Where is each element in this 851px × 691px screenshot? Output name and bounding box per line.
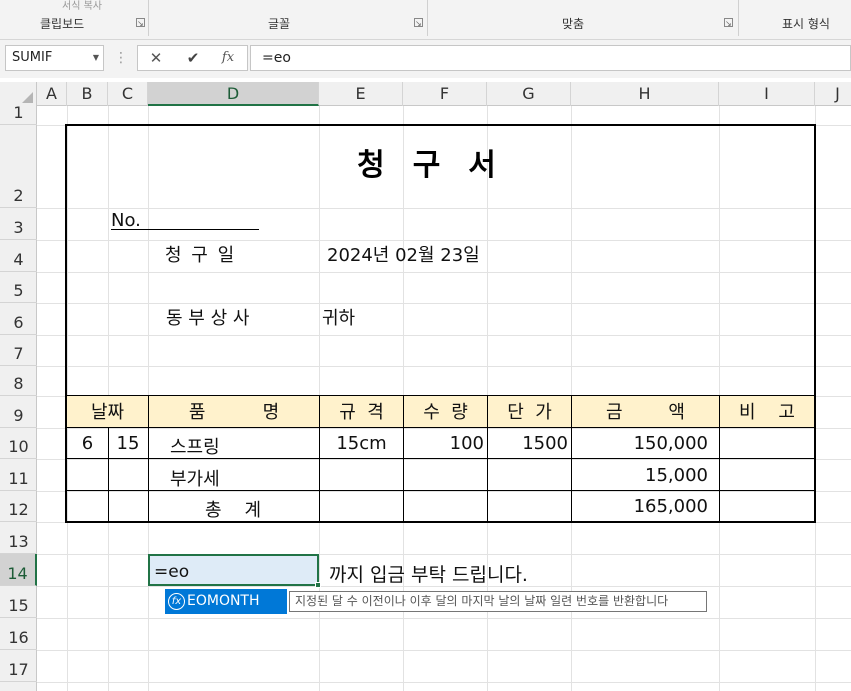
select-all-triangle-icon <box>22 92 33 103</box>
item-name: 스프링 <box>170 437 220 458</box>
group-divider <box>148 0 149 36</box>
group-number: 표시 형식 <box>782 17 830 31</box>
claim-date-value: 2024년 02월 23일 <box>327 245 480 266</box>
total-label: 총 계 <box>205 500 262 521</box>
row-header[interactable]: 13 <box>0 522 37 554</box>
formula-buttons: ✕ ✔ fx <box>137 45 248 71</box>
row-header[interactable]: 16 <box>0 618 37 650</box>
name-box-dropdown-icon[interactable]: ▼ <box>89 45 103 71</box>
honorific: 귀하 <box>322 308 356 329</box>
item-qty: 100 <box>449 433 484 454</box>
customer-name: 동 부 상 사 <box>166 308 250 329</box>
row-header[interactable]: 3 <box>0 208 37 240</box>
formula-input[interactable]: =eo <box>250 45 851 71</box>
row-header[interactable]: 6 <box>0 303 37 335</box>
payment-note: 까지 입금 부탁 드립니다. <box>329 564 528 586</box>
header-amount: 금 액 <box>606 402 685 423</box>
vat-amount: 15,000 <box>645 465 708 486</box>
column-header-i[interactable]: I <box>719 82 815 106</box>
fill-handle[interactable] <box>315 582 321 588</box>
header-item: 품 명 <box>188 402 280 423</box>
row-header[interactable]: 7 <box>0 335 37 366</box>
row-header[interactable]: 17 <box>0 650 37 682</box>
row-header[interactable]: 5 <box>0 272 37 303</box>
function-icon: fx <box>168 593 185 610</box>
group-divider <box>738 0 739 36</box>
invoice-title: 청구서 <box>357 148 524 183</box>
total-amount: 165,000 <box>633 496 708 517</box>
claim-date-label: 청 구 일 <box>165 245 237 266</box>
cancel-icon[interactable]: ✕ <box>142 46 170 70</box>
row-header[interactable]: 12 <box>0 491 37 522</box>
row-header[interactable]: 11 <box>0 459 37 491</box>
alignment-launcher-icon[interactable]: ↘ <box>724 18 733 28</box>
row-header[interactable]: 2 <box>0 125 37 208</box>
column-header-c[interactable]: C <box>108 82 148 106</box>
column-header-f[interactable]: F <box>403 82 487 106</box>
function-tooltip: 지정된 달 수 이전이나 이후 달의 마지막 날의 날짜 일련 번호를 반환합니… <box>289 591 707 612</box>
header-date: 날짜 <box>90 402 125 423</box>
column-header-j[interactable]: J <box>815 82 851 106</box>
formula-bar-grip-icon[interactable]: ⋮ <box>114 46 128 70</box>
column-header-h[interactable]: H <box>571 82 719 106</box>
group-font: 글꼴 <box>268 17 291 31</box>
active-cell-text[interactable]: =eo <box>154 562 189 582</box>
group-divider <box>427 0 428 36</box>
active-cell[interactable]: =eo <box>148 554 319 586</box>
column-header-g[interactable]: G <box>487 82 571 106</box>
column-header-d[interactable]: D <box>148 82 319 106</box>
column-header-a[interactable]: A <box>37 82 67 106</box>
column-header-b[interactable]: B <box>67 82 108 106</box>
item-amount: 150,000 <box>633 433 708 454</box>
group-alignment: 맞춤 <box>562 17 585 31</box>
insert-function-icon[interactable]: fx <box>214 46 242 70</box>
header-spec: 규 격 <box>339 402 384 423</box>
row-header[interactable]: 8 <box>0 366 37 396</box>
vat-label: 부가세 <box>170 469 220 490</box>
row-headers: 1 2 3 4 5 6 7 8 9 10 11 12 13 14 15 16 1… <box>0 103 37 691</box>
row-header[interactable]: 1 <box>0 103 37 125</box>
column-header-e[interactable]: E <box>319 82 403 106</box>
header-note: 비 고 <box>738 402 795 423</box>
row-header[interactable]: 10 <box>0 428 37 459</box>
header-unit-price: 단 가 <box>507 402 552 423</box>
header-qty: 수 량 <box>423 402 468 423</box>
item-day: 15 <box>116 433 140 454</box>
item-spec: 15cm <box>336 433 387 454</box>
ribbon: 서식 복사 클립보드 ↘ 글꼴 ↘ 맞춤 ↘ 표시 형식 <box>0 0 851 40</box>
item-month: 6 <box>81 433 94 454</box>
row-header-selected[interactable]: 14 <box>0 554 37 586</box>
font-launcher-icon[interactable]: ↘ <box>414 18 423 28</box>
format-painter-label[interactable]: 서식 복사 <box>62 0 102 12</box>
item-unit-price: 1500 <box>522 433 568 454</box>
row-header[interactable]: 4 <box>0 240 37 272</box>
column-headers: A B C D E F G H I J <box>0 82 851 106</box>
group-clipboard: 클립보드 <box>40 17 85 31</box>
number-label: No. <box>111 210 141 231</box>
clipboard-launcher-icon[interactable]: ↘ <box>136 18 145 28</box>
row-header[interactable]: 9 <box>0 396 37 428</box>
enter-icon[interactable]: ✔ <box>179 46 207 70</box>
row-header[interactable]: 15 <box>0 586 37 618</box>
